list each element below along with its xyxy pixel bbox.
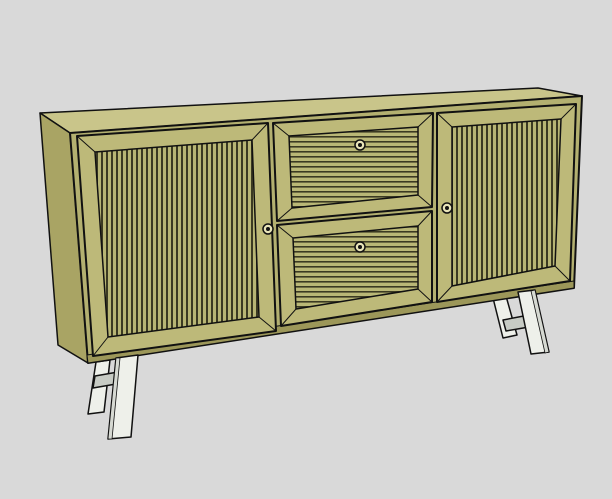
top-drawer[interactable] xyxy=(272,112,434,222)
right-door[interactable] xyxy=(436,103,577,303)
leg-front-left xyxy=(107,354,139,440)
model-viewport xyxy=(0,0,612,499)
left-door-knob[interactable] xyxy=(262,223,274,235)
bottom-drawer-knob[interactable] xyxy=(354,241,366,253)
left-door[interactable] xyxy=(76,122,277,357)
top-drawer-knob[interactable] xyxy=(354,139,366,151)
sideboard-illustration xyxy=(39,87,583,440)
right-door-knob[interactable] xyxy=(441,202,453,214)
